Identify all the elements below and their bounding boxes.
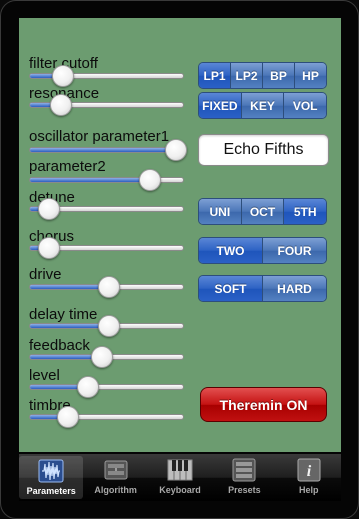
slider-thumb[interactable] — [51, 65, 74, 87]
segment-four[interactable]: FOUR — [262, 238, 326, 263]
chorus-slider[interactable] — [29, 237, 184, 259]
parameter2-slider[interactable] — [29, 169, 184, 191]
segment-vol[interactable]: VOL — [283, 93, 326, 118]
segment-lp1[interactable]: LP1 — [199, 63, 230, 88]
feedback-slider[interactable] — [29, 346, 184, 368]
segment-soft[interactable]: SOFT — [199, 276, 262, 301]
piano-keyboard-icon — [167, 459, 193, 481]
svg-text:i: i — [307, 463, 312, 480]
slider-thumb[interactable] — [38, 198, 61, 220]
slider-label-drive: drive — [29, 266, 62, 283]
slider-fill — [30, 178, 151, 182]
slider-label-parameter2: parameter2 — [29, 158, 106, 175]
slider-fill — [30, 324, 109, 328]
drive-slider[interactable] — [29, 276, 184, 298]
waveform-icon — [38, 459, 64, 483]
filter-mode-segmented-control[interactable]: FIXED KEY VOL — [198, 92, 327, 119]
tab-bar: Parameters Algorithm Keyboard Presets i … — [19, 454, 341, 501]
timbre-slider[interactable] — [29, 406, 184, 428]
slider-thumb[interactable] — [38, 237, 61, 259]
filter-cutoff-slider[interactable] — [29, 65, 184, 87]
segment-hard[interactable]: HARD — [262, 276, 326, 301]
tab-label: Help — [299, 485, 319, 495]
preset-name-field[interactable]: Echo Fifths — [198, 134, 329, 166]
segment-hp[interactable]: HP — [294, 63, 326, 88]
slider-thumb[interactable] — [97, 315, 120, 337]
chorus-mode-segmented-control[interactable]: TWO FOUR — [198, 237, 327, 264]
segment-oct[interactable]: OCT — [240, 199, 284, 224]
segment-lp2[interactable]: LP2 — [230, 63, 262, 88]
voicing-segmented-control[interactable]: UNI OCT 5TH — [198, 198, 327, 225]
slider-thumb[interactable] — [165, 139, 187, 161]
tab-label: Algorithm — [94, 485, 137, 495]
tab-presets[interactable]: Presets — [212, 454, 276, 501]
segment-key[interactable]: KEY — [240, 93, 284, 118]
slider-label-oscillator-parameter1: oscillator parameter1 — [29, 128, 170, 145]
drive-mode-segmented-control[interactable]: SOFT HARD — [198, 275, 327, 302]
slider-thumb[interactable] — [90, 346, 113, 368]
slider-label-feedback: feedback — [29, 337, 90, 354]
tab-label: Keyboard — [159, 485, 201, 495]
detune-slider[interactable] — [29, 198, 184, 220]
device-frame: filter cutoff resonance oscillator param… — [0, 0, 359, 519]
segment-fixed[interactable]: FIXED — [199, 93, 241, 118]
tab-parameters[interactable]: Parameters — [19, 456, 84, 499]
tab-algorithm[interactable]: Algorithm — [83, 454, 147, 501]
slider-label-delay-time: delay time — [29, 306, 98, 323]
tab-help[interactable]: i Help — [277, 454, 341, 501]
delay-time-slider[interactable] — [29, 315, 184, 337]
slider-fill — [30, 148, 176, 152]
slider-thumb[interactable] — [57, 406, 79, 428]
tab-label: Presets — [228, 485, 261, 495]
segment-5th[interactable]: 5TH — [283, 199, 326, 224]
level-slider[interactable] — [29, 376, 184, 398]
resonance-slider[interactable] — [29, 94, 184, 116]
theremin-toggle-button[interactable]: Theremin ON — [200, 387, 327, 422]
slider-thumb[interactable] — [97, 276, 120, 298]
segment-uni[interactable]: UNI — [199, 199, 241, 224]
info-icon: i — [297, 458, 321, 482]
presets-icon — [232, 458, 256, 482]
tab-keyboard[interactable]: Keyboard — [148, 454, 212, 501]
slider-fill — [30, 285, 109, 289]
tab-label: Parameters — [26, 486, 76, 496]
algorithm-icon — [104, 460, 128, 480]
segment-two[interactable]: TWO — [199, 238, 262, 263]
oscillator-parameter1-slider[interactable] — [29, 139, 187, 161]
filter-type-segmented-control[interactable]: LP1 LP2 BP HP — [198, 62, 327, 89]
slider-label-level: level — [29, 367, 60, 384]
segment-bp[interactable]: BP — [262, 63, 294, 88]
